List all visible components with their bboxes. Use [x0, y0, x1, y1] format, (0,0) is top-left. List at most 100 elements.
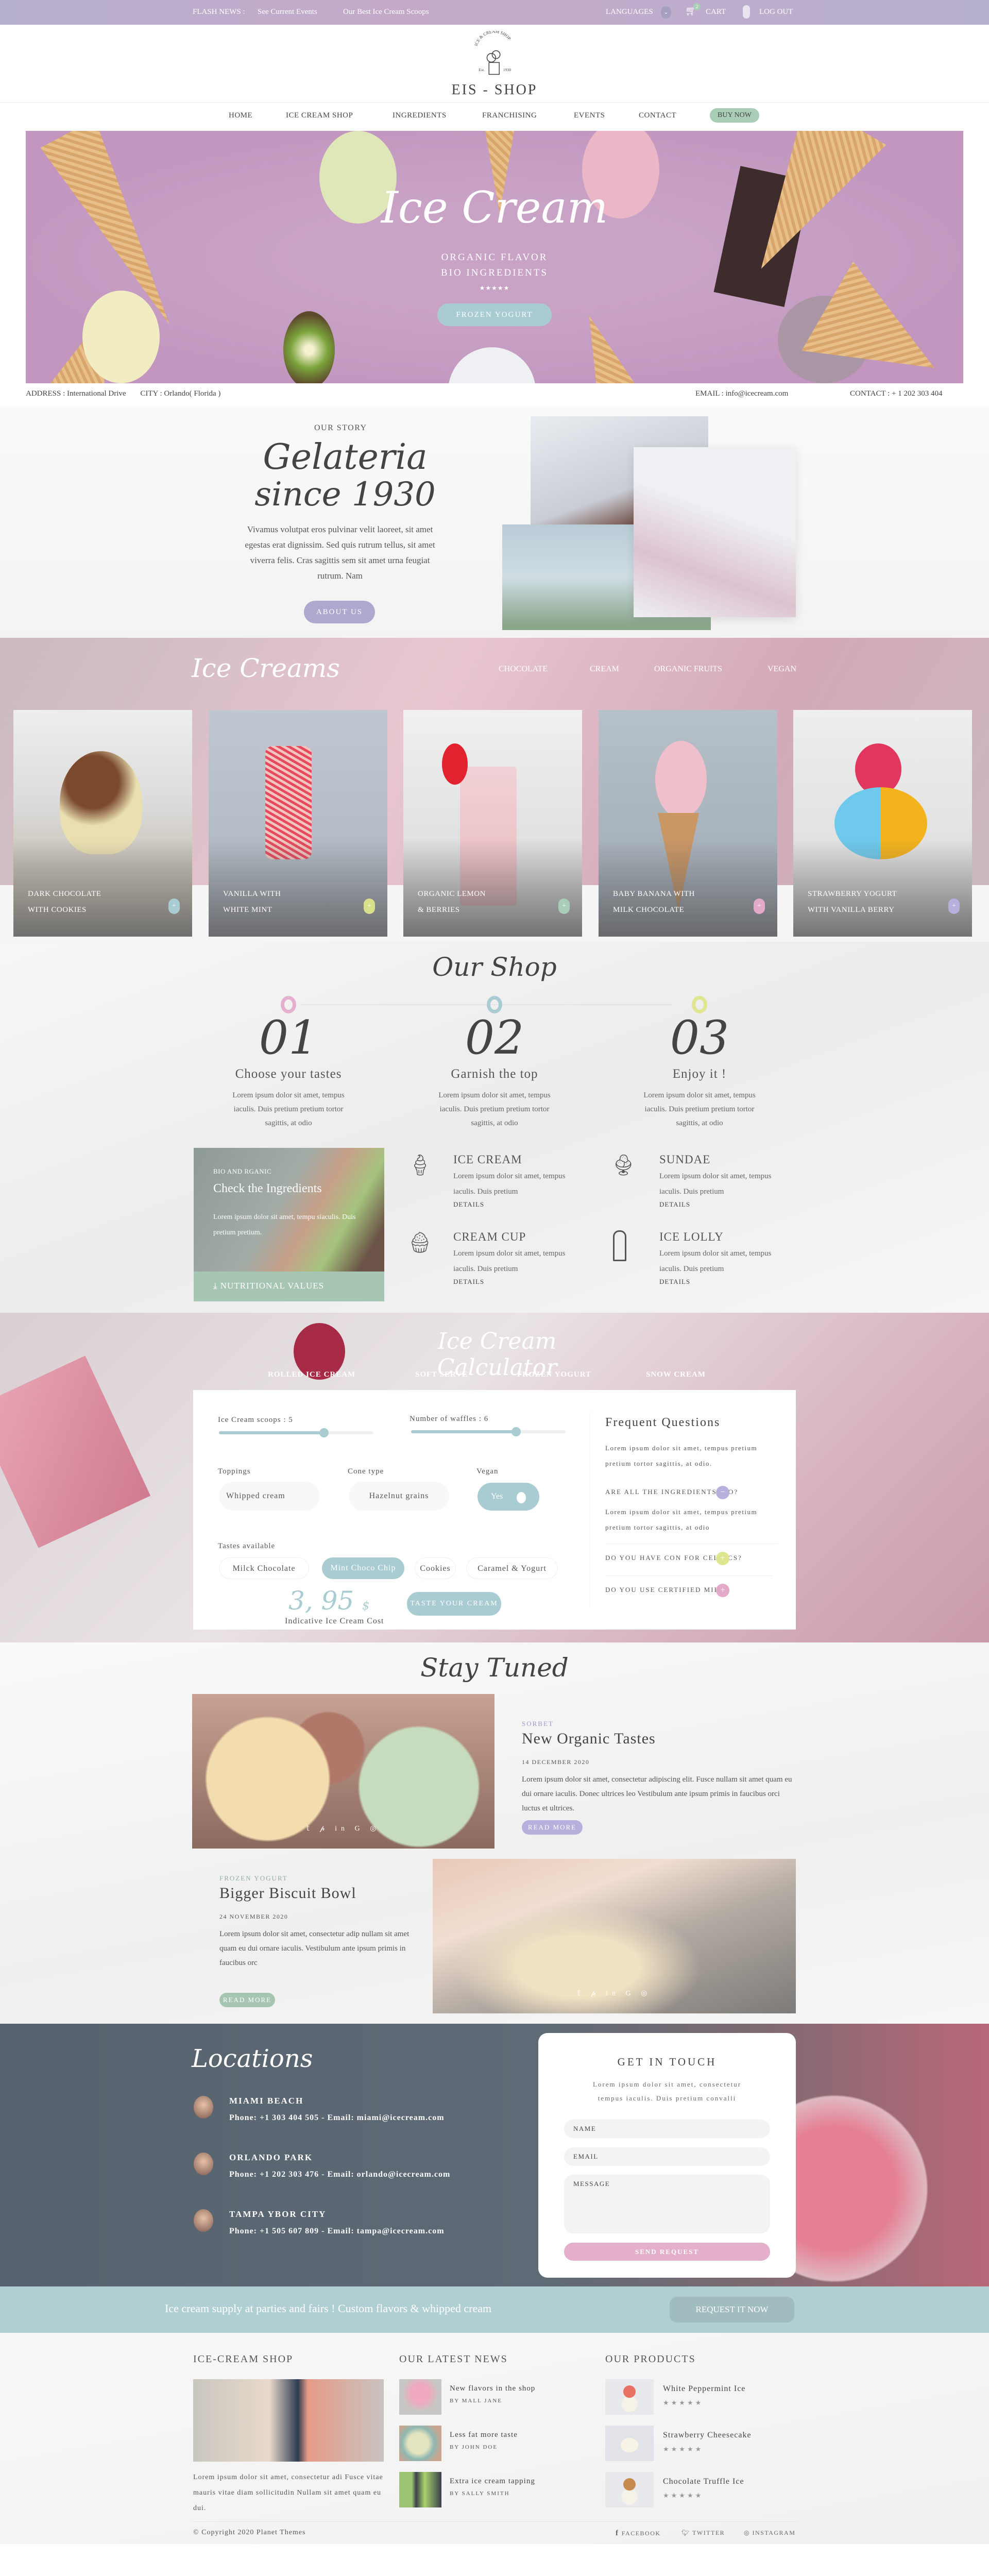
- taste-your-cream-button[interactable]: TASTE YOUR CREAM: [407, 1592, 501, 1616]
- read-more-button[interactable]: READ MORE: [522, 1820, 583, 1835]
- locations-title: Locations: [192, 2044, 313, 2073]
- our-shop-title: Our Shop: [432, 952, 557, 982]
- feature-text: Lorem ipsum dolor sit amet, tempus iacul…: [659, 1172, 772, 1196]
- tab-soft-serve[interactable]: SOFT SERVE: [415, 1370, 468, 1379]
- product-name[interactable]: Chocolate Truffle Ice: [663, 2477, 744, 2486]
- ice-cream-card[interactable]: DARK CHOCOLATE WITH COOKIES +: [13, 710, 192, 937]
- scoops-slider[interactable]: [219, 1428, 373, 1437]
- expand-icon[interactable]: +: [716, 1552, 729, 1565]
- cart-link[interactable]: CART: [706, 8, 726, 16]
- ice-cream-card[interactable]: VANILLA WITH WHITE MINT +: [209, 710, 387, 937]
- card-subtitle: MILK CHOCOLATE: [613, 906, 685, 914]
- product-item[interactable]: White Peppermint Ice ★★★★★: [605, 2379, 801, 2415]
- strawberry-image: [442, 743, 468, 785]
- ice-cream-card[interactable]: STRAWBERRY YOGURT WITH VANILLA BERRY +: [793, 710, 972, 937]
- news-title[interactable]: Less fat more taste: [450, 2431, 518, 2439]
- plus-icon[interactable]: +: [364, 899, 375, 914]
- faq-question[interactable]: DO YOU USE CERTIFIED MILK?: [605, 1586, 729, 1594]
- name-input[interactable]: [564, 2120, 770, 2138]
- nav-contact[interactable]: CONTACT: [639, 111, 676, 120]
- cone-type-select[interactable]: Hazelnut grains: [349, 1482, 449, 1511]
- facebook-link[interactable]: f FACEBOOK: [616, 2529, 661, 2538]
- nav-ice-cream-shop[interactable]: ICE CREAM SHOP: [286, 111, 353, 120]
- nav-events[interactable]: EVENTS: [574, 111, 605, 120]
- product-name[interactable]: Strawberry Cheesecake: [663, 2431, 752, 2440]
- nav-franchising[interactable]: FRANCHISING: [482, 111, 537, 120]
- post-title[interactable]: New Organic Tastes: [522, 1730, 656, 1748]
- tab-snow-cream[interactable]: SNOW CREAM: [646, 1370, 706, 1379]
- ice-cream-card[interactable]: BABY BANANA WITH MILK CHOCOLATE +: [599, 710, 777, 937]
- expand-icon[interactable]: +: [716, 1584, 729, 1597]
- chevron-down-icon[interactable]: ⌄: [661, 6, 671, 19]
- product-name[interactable]: White Peppermint Ice: [663, 2384, 745, 2394]
- nav-ingredients[interactable]: INGREDIENTS: [393, 111, 447, 120]
- news-item[interactable]: Extra ice cream tapping BY SALLY SMITH: [399, 2472, 554, 2508]
- flash-link-events[interactable]: See Current Events: [258, 8, 317, 16]
- story-eyebrow: OUR STORY: [314, 423, 367, 432]
- details-link[interactable]: DETAILS: [659, 1200, 783, 1209]
- plus-icon[interactable]: +: [948, 899, 960, 914]
- slider-thumb[interactable]: [511, 1427, 521, 1436]
- price-currency: $: [362, 1600, 370, 1613]
- svg-text:1930: 1930: [503, 67, 511, 72]
- buy-now-button[interactable]: BUY NOW: [710, 108, 759, 123]
- plus-icon[interactable]: +: [168, 899, 180, 914]
- plus-icon[interactable]: +: [558, 899, 570, 914]
- message-textarea[interactable]: [564, 2175, 770, 2233]
- hero-stars: ★★★★★: [479, 284, 510, 292]
- post-title[interactable]: Bigger Biscuit Bowl: [219, 1885, 356, 1902]
- vegan-toggle[interactable]: Yes: [478, 1483, 539, 1511]
- filter-chocolate[interactable]: CHOCOLATE: [499, 665, 548, 674]
- send-request-button[interactable]: SEND REQUEST: [564, 2243, 770, 2261]
- banner-text: Ice cream supply at parties and fairs ! …: [165, 2302, 492, 2315]
- details-link[interactable]: DETAILS: [453, 1278, 577, 1286]
- about-us-button[interactable]: ABOUT US: [304, 601, 375, 623]
- site-logo[interactable]: ICE & CREAM SHOP Est. 1930 EIS - SHOP: [443, 29, 546, 98]
- product-item[interactable]: Chocolate Truffle Ice ★★★★★: [605, 2472, 801, 2508]
- ice-cream-card[interactable]: ORGANIC LEMON & BERRIES +: [403, 710, 582, 937]
- waffles-slider[interactable]: [411, 1427, 566, 1436]
- request-it-now-button[interactable]: REQUEST IT NOW: [670, 2297, 794, 2323]
- step-title: Enjoy it !: [672, 1067, 727, 1081]
- twitter-link[interactable]: 🐦︎ TWITTER: [681, 2529, 725, 2537]
- toppings-select[interactable]: Whipped cream: [219, 1482, 319, 1511]
- faq-intro: Lorem ipsum dolor sit amet, tempus preti…: [605, 1444, 758, 1467]
- filter-organic-fruits[interactable]: ORGANIC FRUITS: [654, 665, 722, 674]
- taste-chip[interactable]: Cookies: [415, 1557, 456, 1579]
- read-more-button[interactable]: READ MORE: [219, 1993, 275, 2007]
- email-text[interactable]: EMAIL : info@icecream.com: [695, 389, 788, 398]
- taste-chip[interactable]: Milck Chocolate: [219, 1557, 309, 1579]
- product-item[interactable]: Strawberry Cheesecake ★★★★★: [605, 2426, 801, 2462]
- collapse-icon[interactable]: −: [716, 1486, 729, 1499]
- details-link[interactable]: DETAILS: [659, 1278, 783, 1286]
- taste-chip-selected[interactable]: Mint Choco Chip: [322, 1557, 404, 1579]
- share-icons[interactable]: 𝕥 𝓅 in G ◎: [433, 1989, 796, 1998]
- languages-dropdown[interactable]: LANGUAGES: [606, 8, 653, 16]
- news-thumbnail: [399, 2426, 441, 2461]
- news-item[interactable]: New flavors in the shop BY MALL JANE: [399, 2379, 554, 2415]
- share-icons[interactable]: 𝕥 𝓅 in G ◎: [192, 1824, 494, 1833]
- plus-icon[interactable]: +: [754, 899, 765, 914]
- news-title[interactable]: Extra ice cream tapping: [450, 2477, 535, 2486]
- tab-rolled-ice-cream[interactable]: ROLLED ICE CREAM: [268, 1370, 355, 1379]
- filter-cream[interactable]: CREAM: [590, 665, 619, 674]
- filter-vegan[interactable]: VEGAN: [768, 665, 796, 674]
- flash-link-scoops[interactable]: Our Best Ice Cream Scoops: [343, 8, 429, 16]
- logout-link[interactable]: LOG OUT: [759, 8, 793, 16]
- tab-frozen-yogurt[interactable]: FROZEN YOGURT: [517, 1370, 591, 1379]
- instagram-link[interactable]: ◎ INSTAGRAM: [744, 2529, 795, 2537]
- news-item[interactable]: Less fat more taste BY JOHN DOE: [399, 2426, 554, 2462]
- frozen-yogurt-button[interactable]: FROZEN YOGURT: [437, 303, 552, 326]
- nutritional-values-button[interactable]: ⤓ NUTRITIONAL VALUES: [194, 1272, 384, 1301]
- details-link[interactable]: DETAILS: [453, 1200, 577, 1209]
- news-title[interactable]: New flavors in the shop: [450, 2384, 535, 2393]
- taste-chip[interactable]: Caramel & Yogurt: [466, 1557, 558, 1579]
- email-input[interactable]: [564, 2147, 770, 2166]
- nav-home[interactable]: HOME: [229, 111, 252, 120]
- story-title-line-2: since 1930: [254, 476, 436, 514]
- hero-line-2: BIO INGREDIENTS: [440, 267, 549, 278]
- party-supply-banner: Ice cream supply at parties and fairs ! …: [0, 2286, 989, 2333]
- slider-thumb[interactable]: [319, 1428, 329, 1437]
- post-photo-gelato-counter: 𝕥 𝓅 in G ◎: [433, 1859, 796, 2013]
- card-title: STRAWBERRY YOGURT: [808, 890, 897, 898]
